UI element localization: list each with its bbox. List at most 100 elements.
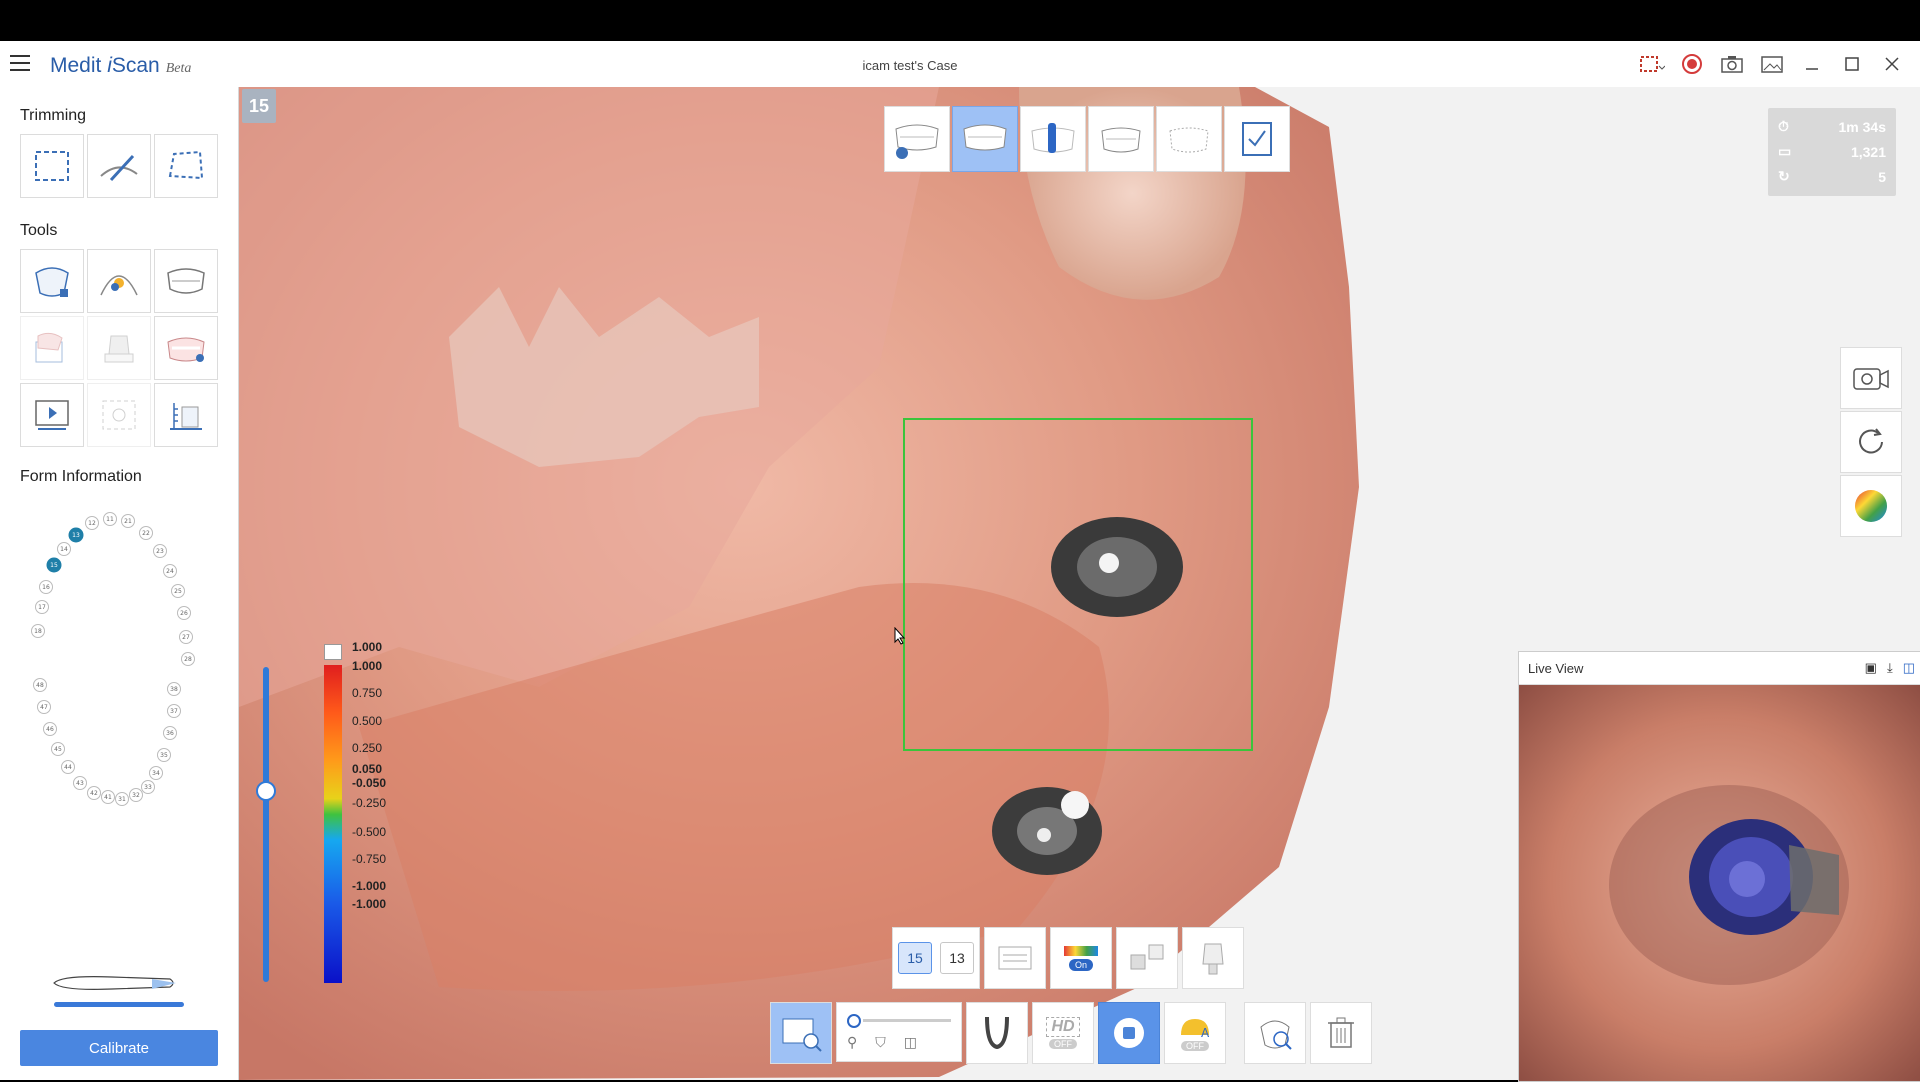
tooth-label: 13	[72, 532, 80, 539]
tooth-label: 33	[144, 784, 152, 791]
tooth-chart: 11 212223242526272812131415161718 3132333…	[31, 512, 195, 806]
tooth-label: 22	[142, 530, 150, 537]
color-map-toggle[interactable]: On	[1050, 927, 1112, 989]
lock-area-button[interactable]	[20, 249, 84, 313]
stage-complete-button[interactable]	[1224, 106, 1290, 172]
stop-scan-button[interactable]	[1098, 1002, 1160, 1064]
tooth-label: 48	[36, 682, 44, 689]
replay-button[interactable]	[20, 383, 84, 447]
left-sidebar: Trimming Tools Form Information 11 21 22…	[0, 87, 239, 1080]
legend-tick: 1.000	[352, 659, 383, 673]
minimize-icon[interactable]	[1796, 51, 1828, 77]
delete-scan-button[interactable]	[1310, 1002, 1372, 1064]
deviation-legend: 1.000 1.000 0.750 0.500 0.250 0.050 -0.050 -0.2…	[317, 640, 392, 990]
filter-crown-icon[interactable]: ⛉	[875, 1034, 886, 1051]
scan-settings-button[interactable]	[984, 927, 1046, 989]
hd-toggle-button[interactable]: HD OFF	[1032, 1002, 1094, 1064]
tooth-label: 21	[124, 518, 132, 525]
scan-stats-panel: ⏱ 1m 34s ▭ 1,321 ↻ 5	[1768, 108, 1896, 196]
live-view-title: Live View	[1528, 660, 1584, 676]
title-bar: Medit iScan Beta icam test's Case	[0, 41, 1920, 88]
tooth-label: 11	[106, 516, 114, 523]
live-view-image	[1519, 685, 1920, 1081]
stage-maxilla-button[interactable]	[884, 106, 950, 172]
tooth-label: 25	[174, 588, 182, 595]
trim-rectangle-button[interactable]	[20, 134, 84, 198]
arch-mode-button[interactable]	[966, 1002, 1028, 1064]
occlusion-tool-button[interactable]	[154, 249, 218, 313]
tooth-label: 28	[184, 656, 192, 663]
live-view-layout-icon[interactable]: ◫	[1903, 660, 1915, 676]
maximize-icon[interactable]	[1836, 51, 1868, 77]
overlay-tool-button[interactable]	[20, 316, 84, 380]
close-icon[interactable]	[1876, 51, 1908, 77]
scanner-progress-bar	[54, 1002, 184, 1007]
tooth-label: 12	[88, 520, 96, 527]
stage-mandible-button[interactable]	[1088, 106, 1154, 172]
stage-occlusion-button[interactable]	[1156, 106, 1222, 172]
tooth-label: 23	[156, 548, 164, 555]
tooth-label: 38	[170, 686, 178, 693]
tooth-label: 17	[38, 604, 46, 611]
legend-tick: -1.000	[352, 897, 387, 911]
tooth-chip-13[interactable]: 13	[940, 942, 974, 974]
legend-tick: -1.000	[352, 879, 387, 893]
legend-tick: 0.050	[352, 762, 383, 776]
tooth-label: 43	[76, 780, 84, 787]
filter-tooth-icon[interactable]: ⚲	[847, 1034, 857, 1051]
case-title: icam test's Case	[862, 58, 958, 73]
depth-slider-track[interactable]	[263, 667, 269, 982]
depth-slider-knob[interactable]	[256, 781, 276, 801]
filter-slider[interactable]	[847, 1013, 951, 1028]
scan-stage-bar	[884, 106, 1290, 172]
tooth-label: 14	[60, 546, 68, 553]
full-arch-button[interactable]	[154, 316, 218, 380]
clean-scan-button[interactable]	[1244, 1002, 1306, 1064]
ai-off-label: OFF	[1181, 1041, 1209, 1051]
calibrate-button[interactable]: Calibrate	[20, 1030, 218, 1066]
trim-brush-button[interactable]	[87, 134, 151, 198]
tools-title: Tools	[20, 222, 58, 239]
ai-filter-toggle[interactable]: A OFF	[1164, 1002, 1226, 1064]
hd-label: HD	[1046, 1017, 1080, 1037]
tooth-label: 35	[160, 752, 168, 759]
tooth-label: 15	[50, 562, 58, 569]
legend-tick: -0.750	[352, 852, 387, 866]
record-icon[interactable]	[1676, 51, 1708, 77]
snapshot-button[interactable]	[87, 383, 151, 447]
live-view-pin-icon[interactable]: ▣	[1865, 660, 1877, 676]
trim-lasso-button[interactable]	[154, 134, 218, 198]
ruler-tool-button[interactable]	[154, 383, 218, 447]
legend-tick: 0.250	[352, 741, 383, 755]
legend-tick: -0.250	[352, 796, 387, 810]
stage-maxilla-active-button[interactable]	[952, 106, 1018, 172]
margin-tool-button[interactable]	[87, 249, 151, 313]
camera-icon[interactable]	[1716, 51, 1748, 77]
timer-icon: ⏱	[1778, 118, 1789, 134]
tooth-label: 16	[42, 584, 50, 591]
live-view-fit-icon[interactable]: ⤓	[1887, 660, 1893, 676]
model-compare-button[interactable]	[1116, 927, 1178, 989]
legend-tick: 0.500	[352, 714, 383, 728]
scanner-icon	[53, 976, 176, 990]
stage-scanbody-button[interactable]	[1020, 106, 1086, 172]
scanbody-library-button[interactable]	[1182, 927, 1244, 989]
svg-text:A: A	[1201, 1026, 1210, 1039]
screen-capture-icon[interactable]	[1636, 51, 1668, 77]
abutment-tool-button[interactable]	[87, 316, 151, 380]
video-camera-button[interactable]	[1840, 347, 1902, 409]
rotate-count-icon: ↻	[1778, 168, 1790, 184]
gallery-icon[interactable]	[1756, 51, 1788, 77]
hd-off-label: OFF	[1049, 1039, 1077, 1049]
tooth-label: 46	[46, 726, 54, 733]
filter-cup-icon[interactable]: ◫	[904, 1034, 917, 1051]
reset-view-button[interactable]	[1840, 411, 1902, 473]
tooth-label: 27	[182, 634, 190, 641]
color-view-button[interactable]	[1840, 475, 1902, 537]
filter-slider-group: ⚲ ⛉ ◫	[836, 1002, 962, 1062]
tooth-label: 44	[64, 764, 72, 771]
legend-tick: 0.750	[352, 686, 383, 700]
scan-filter-button[interactable]	[770, 1002, 832, 1064]
tooth-chip-15[interactable]: 15	[898, 942, 932, 974]
tooth-label: 32	[132, 792, 140, 799]
